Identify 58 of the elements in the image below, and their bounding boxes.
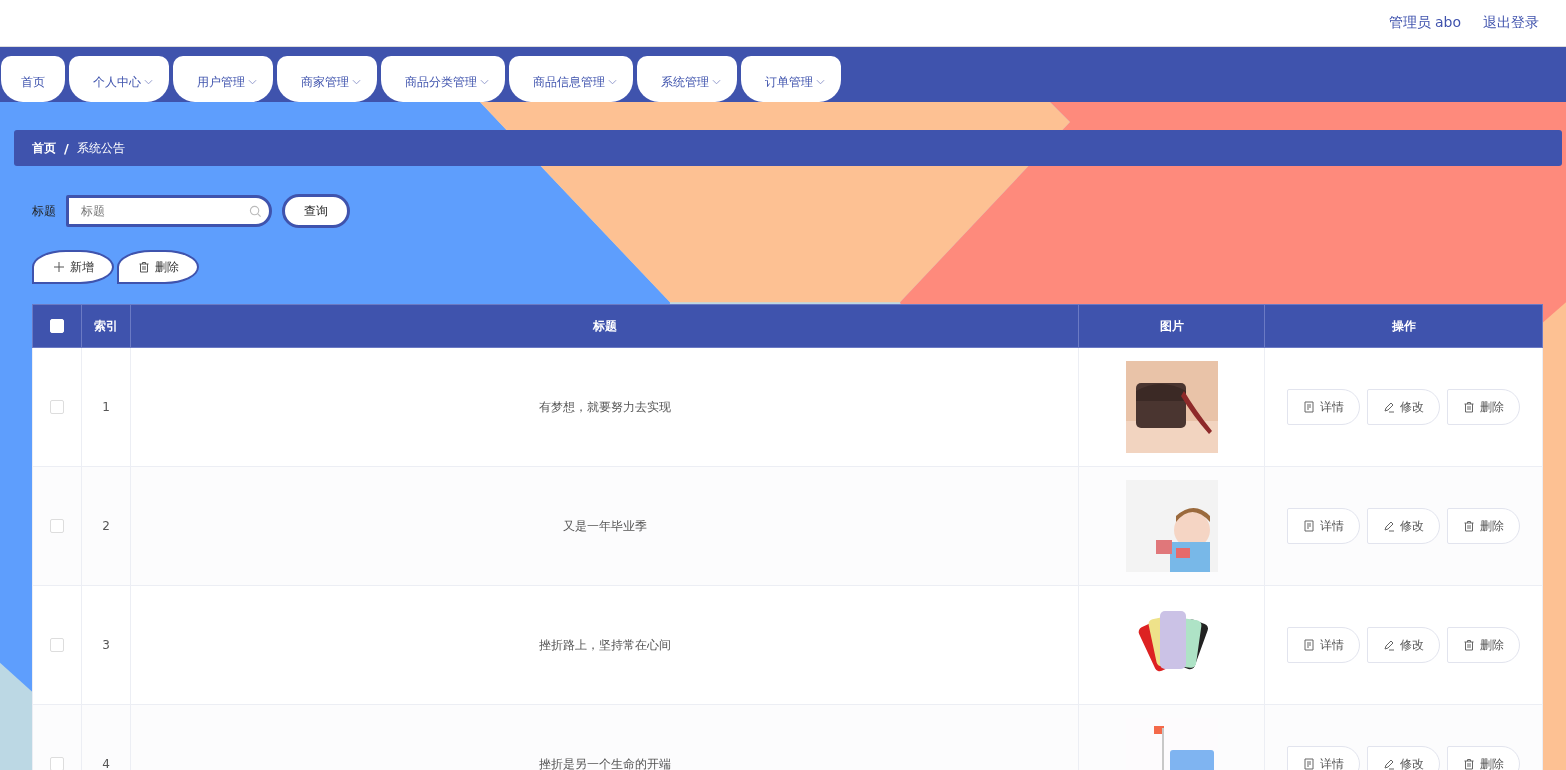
detail-button[interactable]: 详情 <box>1287 627 1360 663</box>
nav-tab[interactable]: 商家管理 <box>277 56 377 102</box>
title-label: 标题 <box>32 202 56 220</box>
column-header: 图片 <box>1078 304 1265 348</box>
pencil-icon <box>1383 639 1395 651</box>
title-search-field[interactable]: 标题 <box>66 195 272 227</box>
trash-icon <box>1463 401 1475 413</box>
nav-tab[interactable]: 商品信息管理 <box>509 56 633 102</box>
edit-button[interactable]: 修改 <box>1367 508 1440 544</box>
edit-button[interactable]: 修改 <box>1367 746 1440 770</box>
title-cell: 挫折路上，坚持常在心间 <box>130 585 1079 705</box>
document-icon <box>1303 520 1315 532</box>
detail-button[interactable]: 详情 <box>1287 746 1360 770</box>
edit-button[interactable]: 修改 <box>1367 627 1440 663</box>
delete-button[interactable]: 删除 <box>1447 627 1520 663</box>
trash-icon <box>1463 520 1475 532</box>
nav-tab[interactable]: 首页 <box>1 56 65 102</box>
document-icon <box>1303 401 1315 413</box>
row-checkbox[interactable] <box>50 757 64 770</box>
delete-button[interactable]: 删除 <box>1447 508 1520 544</box>
index-cell: 3 <box>81 585 131 705</box>
nav-tab[interactable]: 用户管理 <box>173 56 273 102</box>
trash-icon <box>137 261 150 273</box>
nav-tab[interactable]: 系统管理 <box>637 56 737 102</box>
row-checkbox[interactable] <box>50 519 64 534</box>
breadcrumb-separator: / <box>64 140 69 156</box>
row-checkbox[interactable] <box>50 638 64 653</box>
logout-link[interactable]: 退出登录 <box>1483 14 1539 32</box>
column-header: 操作 <box>1264 304 1543 348</box>
plus-icon <box>52 261 65 273</box>
trash-icon <box>1463 758 1475 770</box>
nav-tab[interactable]: 商品分类管理 <box>381 56 505 102</box>
document-icon <box>1303 639 1315 651</box>
edit-button[interactable]: 修改 <box>1367 389 1440 425</box>
pencil-icon <box>1383 401 1395 413</box>
index-cell: 1 <box>81 347 131 467</box>
query-button[interactable]: 查询 <box>282 194 350 228</box>
title-cell: 有梦想，就要努力去实现 <box>130 347 1079 467</box>
delete-button[interactable]: 删除 <box>1447 746 1520 770</box>
row-checkbox[interactable] <box>50 400 64 415</box>
column-header: 索引 <box>81 304 131 348</box>
detail-button[interactable]: 详情 <box>1287 389 1360 425</box>
delete-button[interactable]: 删除 <box>1447 389 1520 425</box>
breadcrumb-item[interactable]: 首页 <box>32 139 56 157</box>
nav-tab[interactable]: 订单管理 <box>741 56 841 102</box>
detail-button[interactable]: 详情 <box>1287 508 1360 544</box>
index-cell: 2 <box>81 466 131 586</box>
breadcrumb-item[interactable]: 系统公告 <box>76 139 125 157</box>
nav-tab[interactable]: 个人中心 <box>69 56 169 102</box>
document-icon <box>1303 758 1315 770</box>
title-cell: 又是一年毕业季 <box>130 466 1079 586</box>
select-all-checkbox[interactable] <box>50 319 64 334</box>
search-icon <box>249 205 262 218</box>
pencil-icon <box>1383 520 1395 532</box>
pencil-icon <box>1383 758 1395 770</box>
admin-username: 管理员 abo <box>1388 14 1461 32</box>
column-header: 标题 <box>130 304 1079 348</box>
trash-icon <box>1463 639 1475 651</box>
